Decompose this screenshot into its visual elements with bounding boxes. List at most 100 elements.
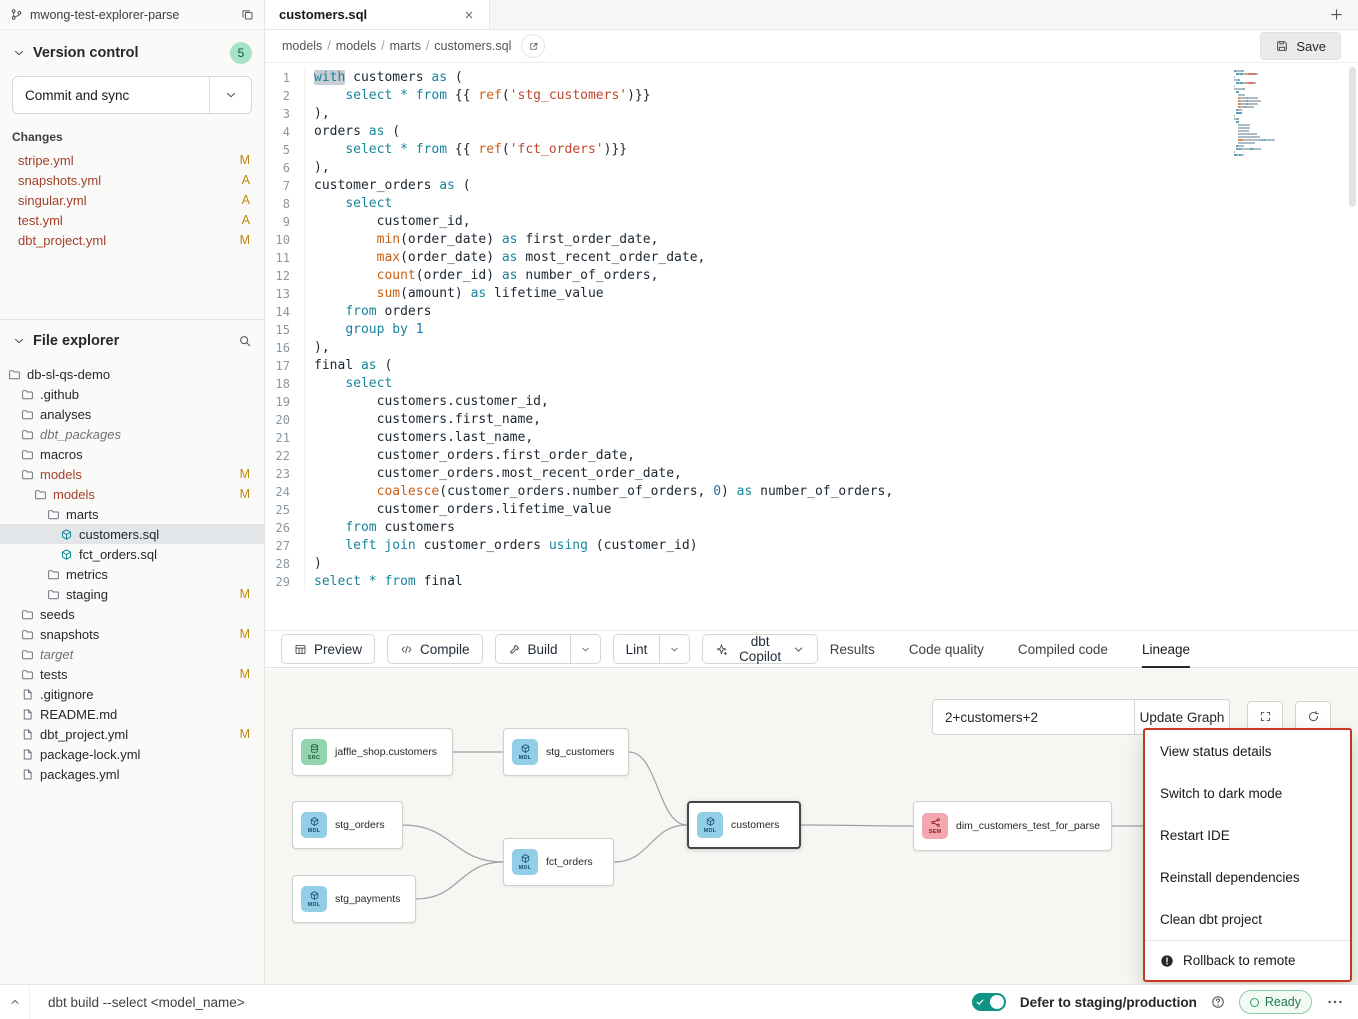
preview-label: Preview xyxy=(314,642,362,657)
file-icon xyxy=(21,748,34,761)
menu-item-switch-to-dark-mode[interactable]: Switch to dark mode xyxy=(1145,772,1350,814)
sem-badge-icon: SEM xyxy=(922,813,948,839)
tree-item-target[interactable]: target xyxy=(0,644,264,664)
help-icon[interactable] xyxy=(1211,995,1225,1009)
tree-item-customers-sql[interactable]: customers.sql xyxy=(0,524,264,544)
save-icon xyxy=(1275,39,1289,53)
open-file-link-icon[interactable] xyxy=(521,34,545,58)
tab-results[interactable]: Results xyxy=(830,631,875,667)
commit-and-sync-button[interactable]: Commit and sync xyxy=(12,76,252,114)
tree-item-package-lock-yml[interactable]: package-lock.yml xyxy=(0,744,264,764)
lint-options-caret[interactable] xyxy=(660,634,690,664)
compile-label: Compile xyxy=(420,642,470,657)
editor-tab-customers-sql[interactable]: customers.sql xyxy=(265,0,490,29)
folder-icon xyxy=(21,608,34,621)
commit-options-caret[interactable] xyxy=(209,77,251,113)
save-button[interactable]: Save xyxy=(1260,32,1341,60)
menu-item-view-status-details[interactable]: View status details xyxy=(1145,730,1350,772)
ellipsis-icon[interactable] xyxy=(1326,993,1344,1011)
tree-item-snapshots[interactable]: snapshotsM xyxy=(0,624,264,644)
code-line: 12 count(order_id) as number_of_orders, xyxy=(265,267,1358,285)
tree-item-models[interactable]: modelsM xyxy=(0,484,264,504)
breadcrumb-item[interactable]: marts xyxy=(390,39,421,53)
code-line: 3), xyxy=(265,105,1358,123)
command-input[interactable]: dbt build --select <model_name> xyxy=(48,995,245,1010)
folder-icon xyxy=(21,628,34,641)
lineage-node-stg-customers[interactable]: MDLstg_customers xyxy=(503,728,629,776)
code-line: 13 sum(amount) as lifetime_value xyxy=(265,285,1358,303)
code-line: 20 customers.first_name, xyxy=(265,411,1358,429)
tree-item-github[interactable]: .github xyxy=(0,384,264,404)
project-row: mwong-test-explorer-parse xyxy=(0,0,264,30)
menu-item-clean-dbt-project[interactable]: Clean dbt project xyxy=(1145,898,1350,940)
tree-item-models[interactable]: modelsM xyxy=(0,464,264,484)
tree-item-label: db-sl-qs-demo xyxy=(27,367,110,382)
breadcrumb-item[interactable]: customers.sql xyxy=(434,39,511,53)
close-icon[interactable] xyxy=(463,9,475,21)
line-number: 9 xyxy=(265,213,304,231)
change-row-dbt-project-yml[interactable]: dbt_project.ymlM xyxy=(12,230,252,250)
fullscreen-button[interactable] xyxy=(1247,701,1283,731)
lint-button[interactable]: Lint xyxy=(613,634,661,664)
search-icon[interactable] xyxy=(238,334,252,348)
tree-item-readme-md[interactable]: README.md xyxy=(0,704,264,724)
defer-toggle[interactable] xyxy=(972,993,1006,1011)
tree-item-dbt-project-yml[interactable]: dbt_project.ymlM xyxy=(0,724,264,744)
tree-item-seeds[interactable]: seeds xyxy=(0,604,264,624)
tree-item-label: staging xyxy=(66,587,108,602)
tree-item-fct-orders-sql[interactable]: fct_orders.sql xyxy=(0,544,264,564)
change-row-snapshots-yml[interactable]: snapshots.ymlA xyxy=(12,170,252,190)
chevron-up-icon[interactable] xyxy=(0,985,30,1019)
menu-item-reinstall-dependencies[interactable]: Reinstall dependencies xyxy=(1145,856,1350,898)
tree-item-staging[interactable]: stagingM xyxy=(0,584,264,604)
tab-code-quality[interactable]: Code quality xyxy=(909,631,984,667)
tab-compiled-code[interactable]: Compiled code xyxy=(1018,631,1108,667)
new-tab-plus-icon[interactable] xyxy=(1329,7,1344,22)
tree-item-status: M xyxy=(240,487,250,501)
preview-button[interactable]: Preview xyxy=(281,634,375,664)
lineage-node-stg-orders[interactable]: MDLstg_orders xyxy=(292,801,403,849)
menu-item-rollback-to-remote[interactable]: Rollback to remote xyxy=(1145,940,1350,980)
tree-item-gitignore[interactable]: .gitignore xyxy=(0,684,264,704)
minimap[interactable] xyxy=(1234,70,1292,157)
tree-item-marts[interactable]: marts xyxy=(0,504,264,524)
lineage-node-stg-payments[interactable]: MDLstg_payments xyxy=(292,875,416,923)
editor-scrollbar[interactable] xyxy=(1349,67,1356,622)
tree-item-macros[interactable]: macros xyxy=(0,444,264,464)
code-text: select * from {{ ref('stg_customers')}} xyxy=(304,87,651,105)
tree-item-label: .github xyxy=(40,387,79,402)
refresh-graph-button[interactable] xyxy=(1295,701,1331,731)
breadcrumb-item[interactable]: models xyxy=(282,39,322,53)
tree-item-dbt-packages[interactable]: dbt_packages xyxy=(0,424,264,444)
build-button[interactable]: Build xyxy=(495,634,571,664)
tree-item-tests[interactable]: testsM xyxy=(0,664,264,684)
compile-button[interactable]: Compile xyxy=(387,634,483,664)
tree-item-analyses[interactable]: analyses xyxy=(0,404,264,424)
lineage-node-fct-orders[interactable]: MDLfct_orders xyxy=(503,838,614,886)
dbt-copilot-button[interactable]: dbt Copilot xyxy=(702,634,817,664)
scrollbar-thumb[interactable] xyxy=(1349,67,1356,207)
file-explorer-header[interactable]: File explorer xyxy=(0,326,264,356)
build-options-caret[interactable] xyxy=(571,634,601,664)
copy-icon[interactable] xyxy=(241,8,254,21)
chevron-down-icon xyxy=(792,643,805,656)
code-text: orders as ( xyxy=(304,123,400,141)
change-row-stripe-yml[interactable]: stripe.ymlM xyxy=(12,150,252,170)
lineage-node-jaffle-shop-customers[interactable]: SRCjaffle_shop.customers xyxy=(292,728,453,776)
change-row-singular-yml[interactable]: singular.ymlA xyxy=(12,190,252,210)
tree-item-db-sl-qs-demo[interactable]: db-sl-qs-demo xyxy=(0,364,264,384)
code-line: 9 customer_id, xyxy=(265,213,1358,231)
code-editor[interactable]: 1with customers as (2 select * from {{ r… xyxy=(265,63,1358,630)
version-control-header[interactable]: Version control 5 xyxy=(12,38,252,68)
breadcrumb-item[interactable]: models xyxy=(336,39,376,53)
tab-lineage[interactable]: Lineage xyxy=(1142,631,1190,667)
tree-item-packages-yml[interactable]: packages.yml xyxy=(0,764,264,784)
lineage-search-input[interactable] xyxy=(933,700,1134,734)
lineage-node-customers[interactable]: MDLcustomers xyxy=(687,801,801,849)
lineage-node-dim-customers-test-for-parse[interactable]: SEMdim_customers_test_for_parse xyxy=(913,801,1112,851)
tree-item-metrics[interactable]: metrics xyxy=(0,564,264,584)
change-row-test-yml[interactable]: test.ymlA xyxy=(12,210,252,230)
code-line: 26 from customers xyxy=(265,519,1358,537)
menu-item-restart-ide[interactable]: Restart IDE xyxy=(1145,814,1350,856)
context-menu-items: View status detailsSwitch to dark modeRe… xyxy=(1145,730,1350,940)
